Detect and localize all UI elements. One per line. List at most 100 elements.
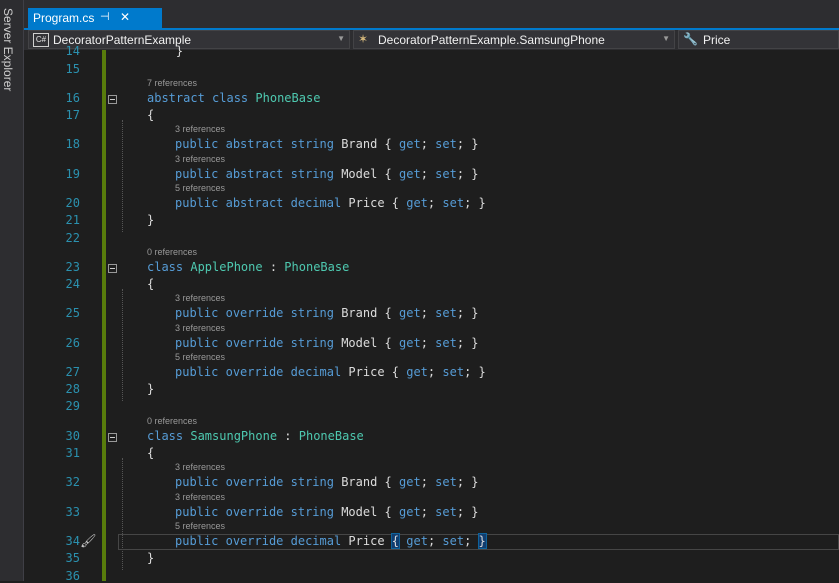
code-token: get bbox=[406, 196, 428, 210]
code-token: set bbox=[435, 505, 457, 519]
code-token: set bbox=[435, 137, 457, 151]
code-token: decimal bbox=[290, 196, 342, 210]
code-token: string bbox=[290, 505, 334, 519]
codelens-references[interactable]: 3 references bbox=[175, 154, 225, 164]
code-token: get bbox=[399, 475, 421, 489]
code-token: : bbox=[277, 429, 299, 443]
code-token: set bbox=[435, 336, 457, 350]
line-number: 24 bbox=[65, 277, 80, 291]
collapse-icon[interactable] bbox=[108, 95, 117, 104]
code-token: override bbox=[225, 336, 284, 350]
codelens-references[interactable]: 0 references bbox=[147, 247, 197, 257]
line-number: 34 bbox=[65, 534, 80, 548]
codelens-references[interactable]: 5 references bbox=[175, 521, 225, 531]
code-token: ; } bbox=[456, 306, 479, 320]
code-token: string bbox=[290, 475, 334, 489]
codelens-references[interactable]: 7 references bbox=[147, 78, 197, 88]
line-number: 29 bbox=[65, 399, 80, 413]
server-explorer-label[interactable]: Server Explorer bbox=[1, 8, 15, 91]
code-token: abstract bbox=[225, 137, 284, 151]
code-text: public override decimal Price { get; set… bbox=[175, 365, 486, 379]
code-token: string bbox=[290, 137, 334, 151]
chevron-down-icon[interactable]: ▼ bbox=[662, 34, 670, 43]
indent-guide bbox=[122, 120, 123, 232]
code-token: Brand { bbox=[333, 475, 400, 489]
code-token: ; } bbox=[456, 137, 479, 151]
matched-brace: { bbox=[390, 533, 401, 549]
code-text: public abstract decimal Price { get; set… bbox=[175, 196, 486, 210]
member-dropdown[interactable]: 🔧 Price bbox=[678, 30, 839, 49]
code-text: public override string Model { get; set;… bbox=[175, 336, 479, 350]
code-text: class ApplePhone : PhoneBase bbox=[147, 260, 349, 274]
code-token: { bbox=[147, 277, 155, 291]
type-name: DecoratorPatternExample.SamsungPhone bbox=[378, 33, 605, 47]
server-explorer-strip[interactable]: Server Explorer bbox=[0, 0, 24, 581]
code-token: ; } bbox=[456, 336, 479, 350]
chevron-down-icon[interactable]: ▼ bbox=[337, 34, 345, 43]
code-token: set bbox=[435, 475, 457, 489]
close-icon[interactable]: ✕ bbox=[120, 10, 130, 24]
quick-actions-brush-icon[interactable]: 🖌 bbox=[80, 534, 97, 549]
codelens-references[interactable]: 0 references bbox=[147, 416, 197, 426]
code-editor[interactable]: 🖌 14 } 15 16 7 references abstract class Pho… bbox=[24, 44, 839, 583]
codelens-references[interactable]: 3 references bbox=[175, 323, 225, 333]
code-token: { bbox=[147, 108, 155, 122]
code-token: { bbox=[147, 446, 155, 460]
tab-title[interactable]: Program.cs bbox=[33, 11, 94, 25]
code-token: get bbox=[399, 137, 421, 151]
code-token: Brand { bbox=[333, 306, 400, 320]
collapse-icon[interactable] bbox=[108, 433, 117, 442]
code-token: PhoneBase bbox=[284, 260, 350, 274]
code-token: abstract bbox=[147, 91, 205, 105]
tab-program-cs[interactable]: Program.cs ⊣ ✕ bbox=[28, 8, 162, 28]
code-text: } bbox=[147, 213, 154, 227]
codelens-references[interactable]: 5 references bbox=[175, 183, 225, 193]
change-tracking-bar bbox=[102, 50, 106, 581]
code-token: SamsungPhone bbox=[190, 429, 278, 443]
line-number: 19 bbox=[65, 167, 80, 181]
code-token: get bbox=[406, 365, 428, 379]
line-number: 31 bbox=[65, 446, 80, 460]
code-token: override bbox=[225, 534, 284, 548]
code-token: abstract bbox=[225, 196, 284, 210]
code-token: ; bbox=[427, 534, 443, 548]
document-tab-strip: Program.cs ⊣ ✕ bbox=[24, 0, 839, 29]
line-number: 32 bbox=[65, 475, 80, 489]
code-token: public bbox=[175, 534, 219, 548]
codelens-references[interactable]: 3 references bbox=[175, 293, 225, 303]
codelens-references[interactable]: 5 references bbox=[175, 352, 225, 362]
code-token: override bbox=[225, 365, 284, 379]
code-token: ; bbox=[420, 306, 436, 320]
code-token: string bbox=[290, 167, 334, 181]
line-number: 23 bbox=[65, 260, 80, 274]
codelens-references[interactable]: 3 references bbox=[175, 462, 225, 472]
code-token: override bbox=[225, 505, 284, 519]
type-dropdown[interactable]: ✶ DecoratorPatternExample.SamsungPhone ▼ bbox=[353, 30, 675, 49]
codelens-references[interactable]: 3 references bbox=[175, 124, 225, 134]
code-token: get bbox=[399, 306, 421, 320]
collapse-icon[interactable] bbox=[108, 264, 117, 273]
code-token: public bbox=[175, 505, 219, 519]
code-token: ; bbox=[427, 365, 443, 379]
code-token: override bbox=[225, 475, 284, 489]
code-token: Price bbox=[341, 534, 392, 548]
code-token: ; bbox=[420, 475, 436, 489]
code-token: public bbox=[175, 336, 219, 350]
line-number: 26 bbox=[65, 336, 80, 350]
code-token: public bbox=[175, 306, 219, 320]
line-number: 14 bbox=[65, 44, 80, 58]
code-text: public abstract string Model { get; set;… bbox=[175, 167, 479, 181]
code-token: override bbox=[225, 306, 284, 320]
codelens-references[interactable]: 3 references bbox=[175, 492, 225, 502]
code-token: ; } bbox=[456, 505, 479, 519]
pin-icon[interactable]: ⊣ bbox=[100, 10, 110, 23]
